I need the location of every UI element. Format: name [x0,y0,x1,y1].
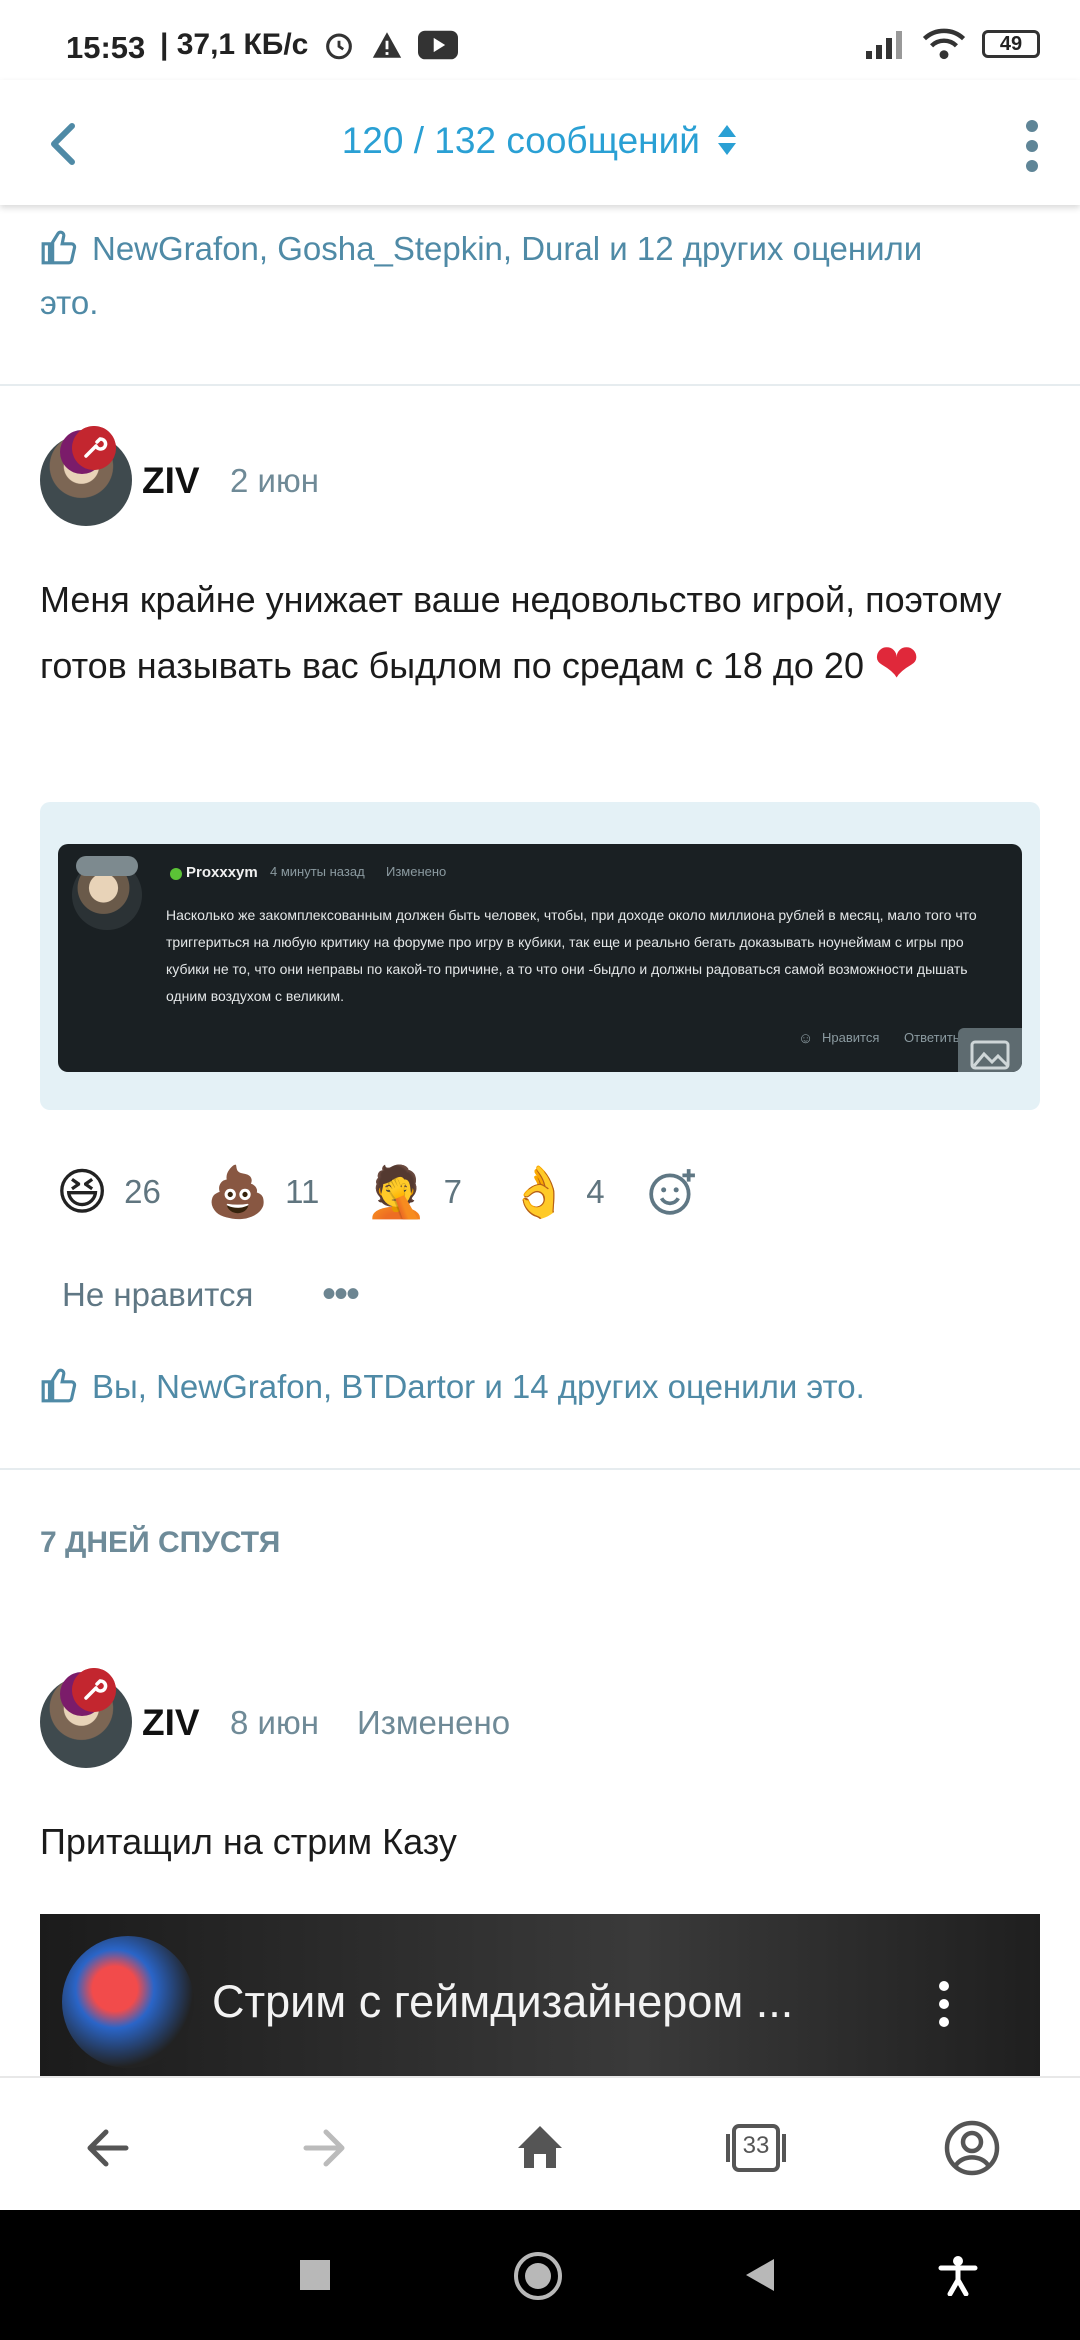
reaction-count: 7 [443,1173,462,1210]
status-time: 15:53 [66,30,146,65]
back-triangle-icon[interactable] [742,2255,778,2295]
online-dot-icon [170,868,182,880]
video-title[interactable]: Стрим с геймдизайнером ... [212,1976,793,2028]
account-icon[interactable] [936,2112,1008,2184]
embed-like: Нравится [822,1030,880,1045]
post-body: Меня крайне унижает ваше недовольство иг… [40,568,1040,698]
video-more-icon[interactable] [936,1980,952,2028]
divider [0,384,1080,386]
home-icon[interactable] [504,2112,576,2184]
channel-avatar[interactable] [62,1936,194,2068]
post-counter: 120 / 132 сообщений [341,120,700,161]
time-gap-label: 7 ДНЕЙ СПУСТЯ [40,1526,281,1559]
dislike-button[interactable]: Не нравится [62,1276,253,1314]
laugh-icon: 😆 [56,1163,109,1221]
facepalm-icon: 🤦 [365,1163,428,1221]
post-author[interactable]: ZIV [142,1702,200,1744]
post-more-button[interactable]: ••• [322,1272,360,1317]
screenshot-embed: Proxxxym 4 минуты назад Изменено Насколь… [58,844,1022,1072]
thumbs-up-icon [41,1368,77,1403]
add-reaction-icon[interactable] [647,1167,697,1217]
top-app-bar: 120 / 132 сообщений [0,80,1080,205]
embed-react-icon: ☺ [798,1030,814,1047]
back-icon[interactable] [72,2112,144,2184]
wifi-icon [922,28,966,60]
post-text: Притащил на стрим Казу [40,1821,457,1862]
thumbs-up-icon [41,230,77,265]
status-bar: 15:53 | 37,1 КБ/с 49 [0,0,1080,80]
post-date[interactable]: 2 июн [230,462,319,500]
home-button-icon[interactable] [513,2251,563,2301]
wrench-badge-icon [72,426,116,470]
reaction-ok[interactable]: 👌 4 [508,1162,605,1222]
poop-icon: 💩 [206,1163,270,1221]
image-icon [958,1028,1022,1072]
embed-edited: Изменено [386,864,447,879]
net-speed: | 37,1 КБ/с [160,28,309,61]
tabs-button[interactable]: 33 [720,2112,792,2184]
reactions-bar: 😆 26 💩 11 🤦 7 👌 4 [56,1162,697,1222]
post-author[interactable]: ZIV [142,460,200,502]
embed-badges [76,856,138,876]
ok-hand-icon: 👌 [508,1163,571,1221]
reaction-facepalm[interactable]: 🤦 7 [365,1162,462,1222]
battery-icon: 49 [982,30,1040,58]
alarm-icon [326,33,353,60]
divider [0,1468,1080,1470]
more-menu-icon[interactable] [1012,116,1052,176]
likes-text-tail: это. [40,284,99,321]
recents-icon[interactable] [297,2257,333,2293]
reaction-count: 26 [124,1173,161,1210]
post-date[interactable]: 8 июн [230,1704,319,1742]
reaction-count: 11 [285,1173,320,1210]
browser-nav-bar: 33 [0,2076,1080,2212]
post-text: Меня крайне унижает ваше недовольство иг… [40,579,1002,686]
image-attachment[interactable]: Proxxxym 4 минуты назад Изменено Насколь… [40,802,1040,1110]
likes-text: NewGrafon, Gosha_Stepkin, Dural и 12 дру… [92,230,923,267]
wrench-badge-icon [72,1668,116,1712]
likes-text: Вы, NewGrafon, BTDartor и 14 других оцен… [92,1368,865,1405]
accessibility-icon[interactable] [937,2254,979,2296]
warning-icon [373,32,402,58]
heart-emoji: ❤ [874,632,920,695]
embed-body: Насколько же закомплексованным должен бы… [166,907,977,1004]
forward-icon[interactable] [288,2112,360,2184]
reaction-laugh[interactable]: 😆 26 [56,1162,161,1222]
previous-post-likes[interactable]: NewGrafon, Gosha_Stepkin, Dural и 12 дру… [40,222,922,330]
reaction-poop[interactable]: 💩 11 [207,1162,320,1222]
signal-icon [866,31,902,59]
embed-time: 4 минуты назад [270,864,365,879]
reaction-count: 4 [586,1173,605,1210]
post-counter-selector[interactable]: 120 / 132 сообщений [0,120,1080,162]
system-nav-bar [0,2210,1080,2340]
post-likes[interactable]: Вы, NewGrafon, BTDartor и 14 других оцен… [40,1360,865,1414]
embed-reply: Ответить [904,1030,960,1045]
embed-author: Proxxxym [186,864,258,881]
edited-label[interactable]: Изменено [357,1704,510,1742]
sort-arrows-icon [718,125,737,155]
tabs-count: 33 [742,2132,770,2159]
youtube-icon [418,30,459,60]
